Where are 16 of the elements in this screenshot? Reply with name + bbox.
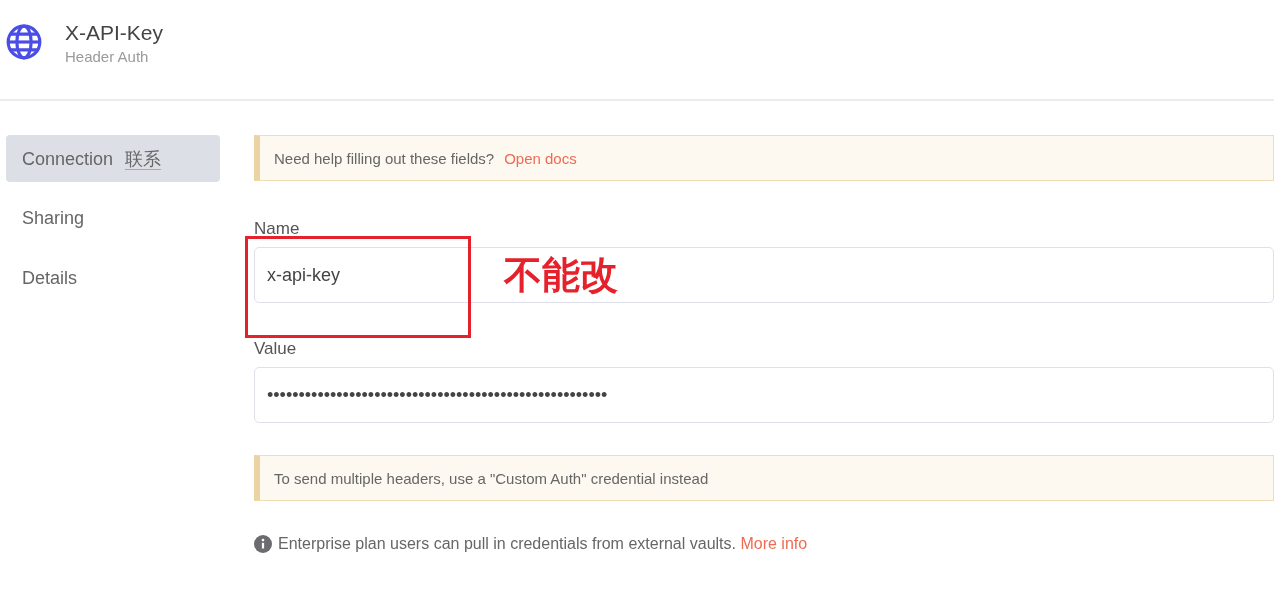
sidebar-item[interactable]: Details [6,255,220,302]
info-icon [254,535,272,553]
annotation-text: 不能改 [504,252,618,299]
credential-title: X-API-Key [65,20,164,45]
field-label: Value [254,339,298,359]
sidebar-item[interactable]: Sharing [6,195,220,242]
help-text: Need help filling out these fields? [274,149,495,167]
input-field[interactable]: •••••••••••••••••••••••••••••••••••••••••••••••••••••• [254,367,1274,423]
info-text: Enterprise plan users can pull in credentials from external vaults. More info [278,535,808,553]
multi-header-notice: To send multiple headers, use a "Custom Auth" credential instead [254,455,1274,501]
more-info-link[interactable]: More info [740,535,808,552]
open-docs-link[interactable]: Open docs [504,149,577,167]
credential-type: Header Auth [65,47,150,65]
globe-icon [5,22,43,61]
sidebar-item[interactable]: Connection 联系 [6,135,220,182]
field-label: Name [254,219,301,239]
